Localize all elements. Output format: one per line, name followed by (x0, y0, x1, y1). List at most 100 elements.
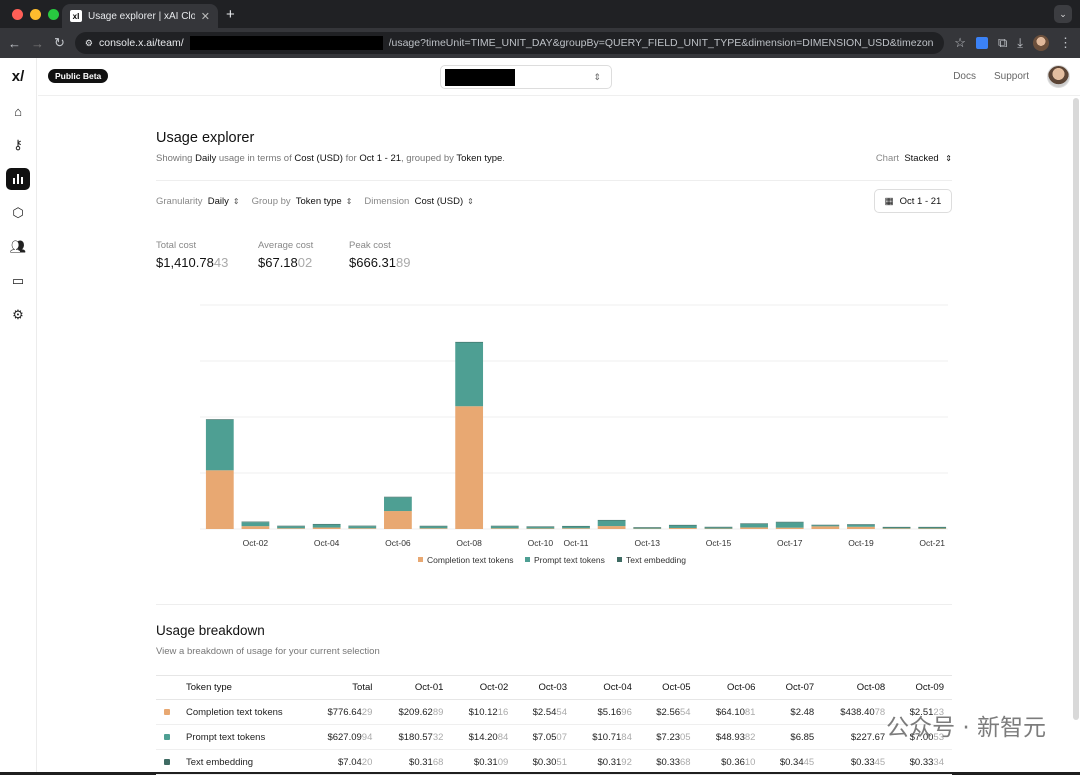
column-header[interactable]: Oct-03 (516, 675, 575, 700)
close-window-button[interactable] (12, 8, 23, 20)
cost-faded: 34 (933, 756, 944, 768)
stat-value-main: $666.31 (349, 255, 396, 270)
bar-Oct-09-prompt-text-tokens (490, 526, 519, 529)
cost-faded: 09 (497, 756, 509, 768)
cost-faded: 32 (432, 731, 444, 743)
bar-Oct-05-text-embedding (348, 525, 377, 527)
granularity-select[interactable]: Granularity Daily ⇕ (156, 196, 240, 207)
cost-cell: $180.5732 (380, 724, 452, 750)
bookmark-star-icon[interactable]: ☆ (954, 35, 966, 51)
cost-faded: 68 (680, 756, 691, 768)
subtitle-group: Token type (456, 153, 503, 164)
bar-Oct-02-prompt-text-tokens (241, 522, 270, 527)
bar-Oct-10-prompt-text-tokens (526, 527, 555, 529)
table-body: Completion text tokens $776.6429 $209.6289… (156, 699, 952, 775)
cost-cell: $209.6289 (380, 699, 452, 725)
usage-chart-icon[interactable] (6, 168, 30, 190)
users-icon[interactable]: 👥︎ (6, 236, 30, 258)
models-cube-icon[interactable]: ⬡ (6, 202, 30, 224)
bar-Oct-03-completion-text-tokens (277, 528, 305, 529)
page-scrollbar[interactable] (1073, 98, 1079, 720)
cost-cell: $0.3368 (639, 749, 699, 775)
stat-average-cost: Average cost $67.1802 (258, 240, 313, 270)
cost-faded: 78 (874, 706, 886, 718)
api-key-icon[interactable]: ⚷ (6, 134, 30, 156)
bar-Oct-19-text-embedding (847, 524, 875, 525)
breakdown-subtitle: View a breakdown of usage for your curre… (156, 646, 380, 657)
cost-main: $438.40 (840, 706, 875, 718)
team-selector[interactable]: ⇕ (440, 65, 612, 89)
extension-icon[interactable] (975, 37, 988, 49)
chart-type-select[interactable]: Chart Stacked ⇕ (876, 153, 952, 164)
site-info-icon[interactable]: ⚙ (85, 38, 93, 49)
extensions-puzzle-icon[interactable]: ⧉ (998, 35, 1007, 51)
bar-Oct-14-text-embedding (668, 524, 697, 526)
home-icon[interactable]: ⌂ (6, 100, 30, 122)
chevron-updown-icon: ⇕ (945, 154, 952, 163)
column-header[interactable]: Oct-05 (639, 675, 699, 700)
user-avatar[interactable] (1047, 65, 1070, 88)
bar-Oct-03-text-embedding (277, 525, 305, 527)
bar-Oct-06-text-embedding (384, 496, 412, 498)
profile-avatar[interactable] (1033, 35, 1049, 51)
column-header[interactable]: Total (309, 675, 381, 700)
download-icon[interactable]: ⤓ (1017, 35, 1023, 51)
reload-icon[interactable]: ↻ (54, 35, 65, 51)
top-bar: Public Beta ⇕ Docs Support (38, 58, 1080, 96)
bar-Oct-12-text-embedding (597, 519, 626, 521)
close-tab-icon[interactable]: ✕ (201, 10, 210, 23)
bar-Oct-21-prompt-text-tokens (918, 527, 947, 529)
legend-swatch (617, 557, 622, 562)
cost-faded: 45 (803, 756, 815, 768)
cost-main: $2.48 (790, 706, 815, 718)
bar-Oct-20-text-embedding (882, 526, 911, 528)
tab-search-chevron-icon[interactable]: ⌄ (1054, 5, 1072, 23)
date-range-button[interactable]: ▦ Oct 1 - 21 (874, 189, 952, 213)
url-host: console.x.ai/team/ (98, 37, 184, 49)
new-tab-icon[interactable]: + (226, 6, 235, 23)
cost-main: $7.04 (338, 756, 362, 768)
cost-main: $0.31 (409, 756, 433, 768)
back-icon[interactable]: ← (8, 36, 21, 51)
cost-main: $14.20 (468, 731, 498, 743)
column-header[interactable]: Token type (178, 675, 310, 700)
group-by-select[interactable]: Group by Token type ⇕ (252, 196, 353, 207)
dimension-select[interactable]: Dimension Cost (USD) ⇕ (364, 196, 473, 207)
stat-value-faded: 89 (396, 255, 411, 270)
browser-tab[interactable]: xI Usage explorer | xAI Cloud C... ✕ (62, 4, 218, 28)
granularity-value: Daily (207, 196, 229, 207)
docs-link[interactable]: Docs (953, 71, 976, 82)
date-range-label: Oct 1 - 21 (899, 195, 942, 207)
minimize-window-button[interactable] (30, 8, 41, 20)
browser-menu-icon[interactable]: ⋮ (1059, 35, 1072, 51)
column-header[interactable]: Oct-02 (451, 675, 517, 700)
xai-logo[interactable]: x/ (12, 68, 25, 88)
cost-main: $0.34 (779, 756, 804, 768)
stat-label: Average cost (258, 240, 314, 251)
cost-main: $0.33 (850, 756, 875, 768)
cost-cell: $776.6429 (309, 699, 381, 725)
legend-swatch (418, 557, 423, 562)
column-header[interactable]: Oct-01 (380, 675, 452, 700)
column-header[interactable]: Oct-06 (698, 675, 764, 700)
x-tick-label: Oct-15 (706, 538, 732, 548)
billing-card-icon[interactable]: ▭ (6, 270, 30, 292)
column-header[interactable]: Oct-07 (763, 675, 823, 700)
cost-cell: $10.7184 (575, 724, 640, 750)
support-link[interactable]: Support (994, 71, 1029, 82)
bar-Oct-05-completion-text-tokens (348, 528, 377, 529)
settings-gear-icon[interactable]: ⚙ (6, 304, 30, 326)
bar-Oct-10-text-embedding (526, 526, 555, 528)
column-header[interactable]: Oct-08 (822, 675, 894, 700)
bar-Oct-06-completion-text-tokens (384, 511, 412, 529)
cost-faded: 51 (556, 756, 567, 768)
swatch-cell (156, 724, 178, 750)
maximize-window-button[interactable] (48, 8, 59, 20)
chart-type-value: Stacked (904, 153, 939, 164)
stat-value: $666.3189 (349, 255, 410, 270)
forward-icon[interactable]: → (31, 36, 44, 51)
address-bar[interactable]: ⚙ console.x.ai/team/ /usage?timeUnit=TIM… (74, 32, 945, 54)
column-header[interactable]: Oct-09 (893, 675, 952, 700)
cost-main: $776.64 (327, 706, 362, 718)
column-header[interactable]: Oct-04 (575, 675, 640, 700)
